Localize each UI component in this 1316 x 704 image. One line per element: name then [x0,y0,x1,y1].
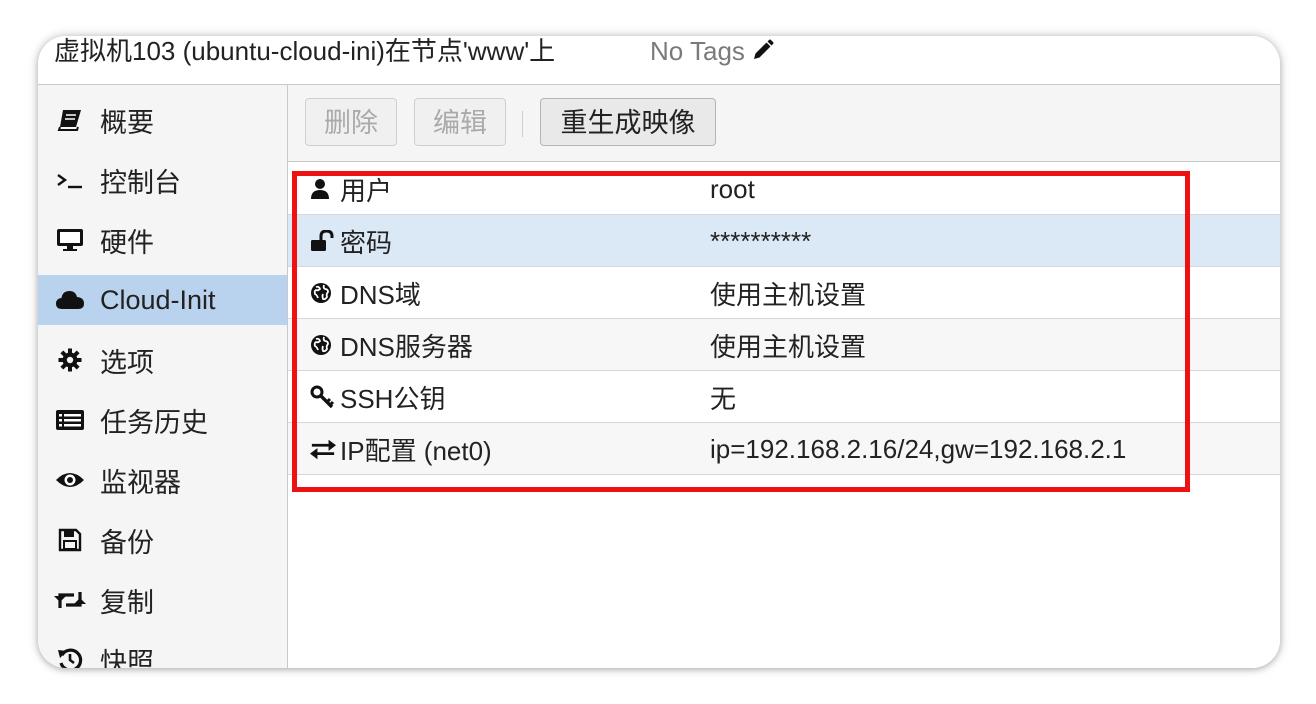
page-title: 虚拟机103 (ubuntu-cloud-ini)在节点'www'上 [54,36,556,66]
grid-row-ip-config[interactable]: IP配置 (net0) ip=192.168.2.16/24,gw=192.16… [288,423,1280,475]
sidebar-item-label: 任务历史 [100,407,208,438]
sidebar-item-label: 备份 [100,527,154,558]
grid-value: 使用主机设置 [710,331,867,362]
grid-value: 使用主机设置 [710,279,867,310]
toolbar-separator [522,111,523,137]
grid-row-user[interactable]: 用户 root [288,163,1280,215]
edit-button[interactable]: 编辑 [414,98,506,146]
grid-value: ********** [710,225,812,256]
user-icon [310,176,336,202]
sidebar-item-label: 控制台 [100,167,181,198]
tags-area[interactable]: No Tags [650,36,775,68]
sidebar-item-label: 复制 [100,587,154,618]
key-icon [310,384,336,410]
sidebar-item-label: Cloud-Init [100,284,216,315]
sidebar-item-backup[interactable]: 备份 [38,515,287,565]
grid-row-dns-domain[interactable]: DNS域 使用主机设置 [288,267,1280,319]
sidebar-item-replication[interactable]: 复制 [38,575,287,625]
sidebar-item-monitor[interactable]: 监视器 [38,455,287,505]
sidebar-item-console[interactable]: 控制台 [38,155,287,205]
sidebar-item-label: 监视器 [100,467,181,498]
pencil-icon[interactable] [751,38,775,68]
sidebar-item-label: 硬件 [100,227,154,258]
main-panel: 删除 编辑 重生成映像 用户 root 密码 ********** DNS域 使… [288,85,1280,668]
terminal-icon [54,165,86,195]
sidebar-item-label: 选项 [100,347,154,378]
retweet-icon [54,585,86,615]
grid-value: ip=192.168.2.16/24,gw=192.168.2.1 [710,433,1127,464]
grid-key: SSH公钥 [340,383,446,414]
toolbar: 删除 编辑 重生成映像 [288,85,1280,162]
book-icon [54,105,86,135]
sidebar-item-summary[interactable]: 概要 [38,95,287,145]
floppy-icon [54,525,86,555]
sidebar-item-hardware[interactable]: 硬件 [38,215,287,265]
window-frame: 虚拟机103 (ubuntu-cloud-ini)在节点'www'上 No Ta… [38,36,1280,668]
sidebar-item-label: 快照 [100,647,154,669]
grid-key: 用户 [340,175,393,206]
unlock-icon [310,228,336,254]
history-icon [54,645,86,668]
sidebar-item-snapshots[interactable]: 快照 [38,635,287,668]
list-icon [54,405,86,435]
sidebar: 概要 控制台 硬件 Cloud-Init 选项 任务历史 监视器 备份 复制 快… [38,85,288,668]
grid-row-dns-servers[interactable]: DNS服务器 使用主机设置 [288,319,1280,371]
sidebar-item-label: 概要 [100,107,154,138]
sidebar-item-options[interactable]: 选项 [38,335,287,385]
grid-row-ssh-key[interactable]: SSH公钥 无 [288,371,1280,423]
sidebar-item-cloud-init[interactable]: Cloud-Init [38,275,287,325]
grid-key: DNS服务器 [340,331,473,362]
globe-icon [310,332,336,358]
globe-icon [310,280,336,306]
title-bar: 虚拟机103 (ubuntu-cloud-ini)在节点'www'上 No Ta… [38,36,1280,85]
grid-key: IP配置 (net0) [340,435,492,466]
grid-value: 无 [710,383,737,414]
monitor-icon [54,225,86,255]
gear-icon [54,345,86,375]
regenerate-image-button[interactable]: 重生成映像 [540,98,716,146]
grid-key: 密码 [340,227,393,258]
sidebar-item-task-history[interactable]: 任务历史 [38,395,287,445]
grid-value: root [710,173,755,204]
tags-label: No Tags [650,36,745,66]
exchange-icon [310,436,336,462]
delete-button[interactable]: 删除 [305,98,397,146]
cloud-icon [54,285,86,315]
grid-key: DNS域 [340,279,421,310]
eye-icon [54,465,86,495]
grid-row-password[interactable]: 密码 ********** [288,215,1280,267]
